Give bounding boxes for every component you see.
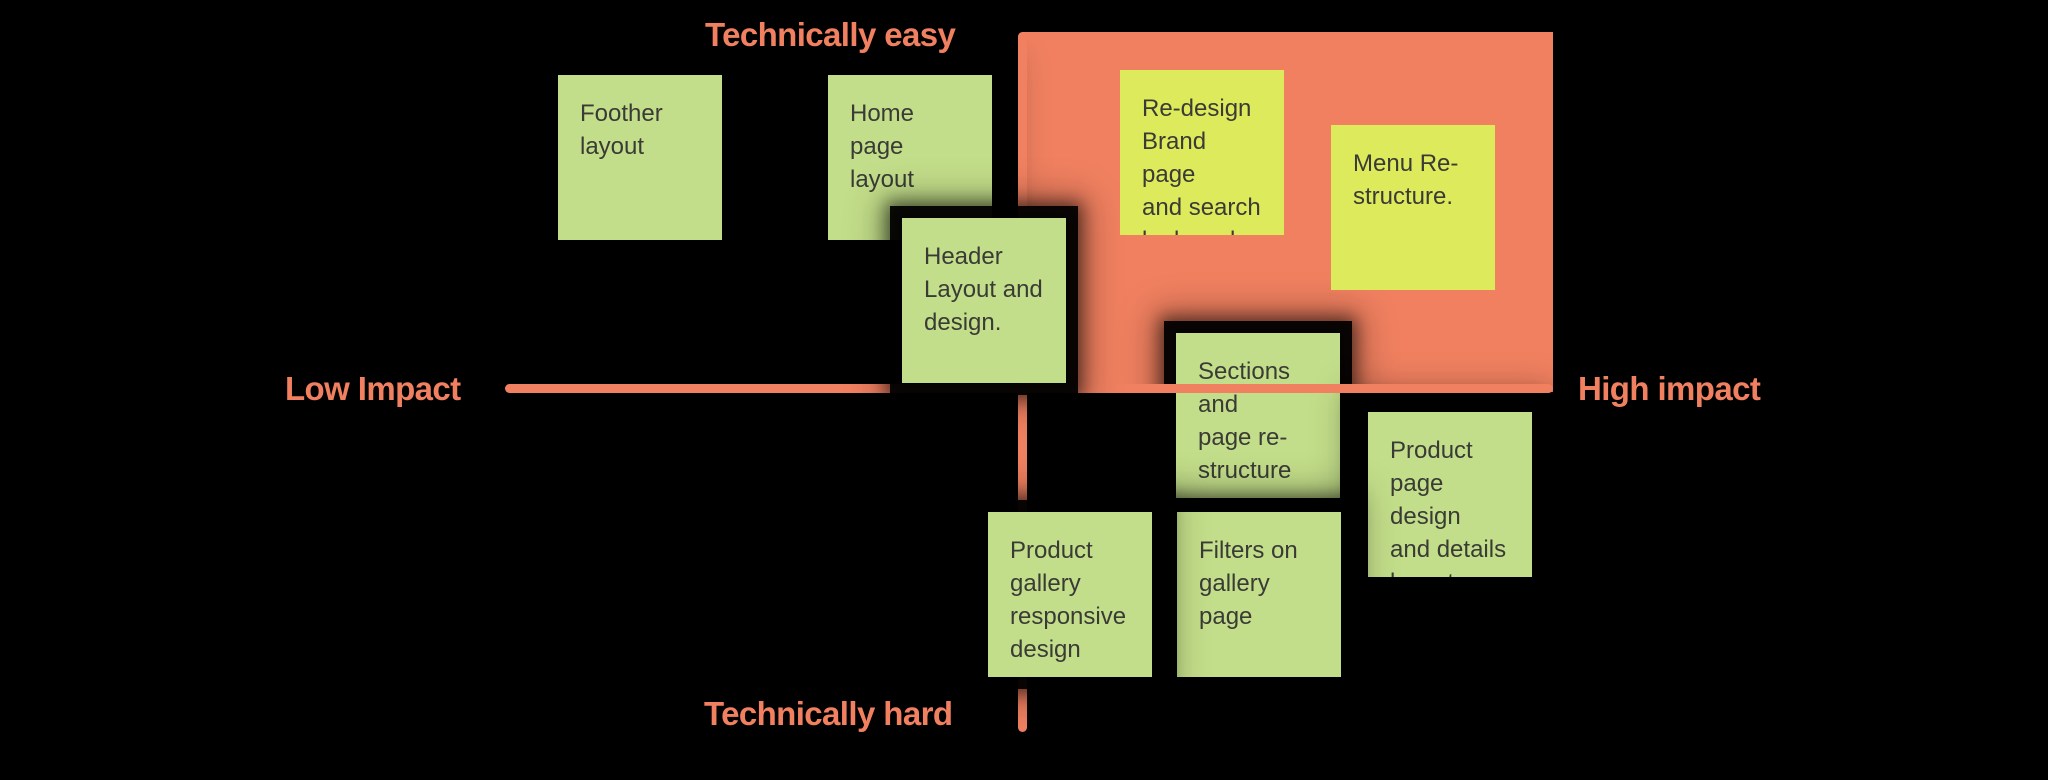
axis-label-technically-easy: Technically easy bbox=[705, 16, 956, 53]
sticky-note-sections-and-page-restructure[interactable]: Sections and page re- structure bbox=[1176, 333, 1340, 498]
sticky-note-header-layout-and-design[interactable]: Header Layout and design. bbox=[902, 218, 1066, 383]
sticky-note-filters-on-gallery-page[interactable]: Filters on gallery page bbox=[1177, 512, 1341, 677]
sticky-note-foother-layout[interactable]: Foother layout bbox=[558, 75, 722, 240]
axis-label-low-impact: Low Impact bbox=[285, 370, 461, 407]
sticky-note-redesign-brand-page[interactable]: Re-design Brand page and search by brand bbox=[1120, 70, 1284, 235]
impact-effort-matrix-board: Foother layout Home page layout Sections… bbox=[0, 0, 2048, 780]
sticky-note-menu-restructure[interactable]: Menu Re- structure. bbox=[1331, 125, 1495, 290]
sticky-note-product-gallery-responsive-design[interactable]: Product gallery responsive design bbox=[988, 512, 1152, 677]
axis-label-high-impact: High impact bbox=[1578, 370, 1761, 407]
axis-label-technically-hard: Technically hard bbox=[704, 695, 953, 732]
sticky-note-home-page-layout[interactable]: Home page layout bbox=[828, 75, 992, 240]
sticky-note-product-page-design[interactable]: Product page design and details layout bbox=[1368, 412, 1532, 577]
horizontal-axis-line bbox=[505, 384, 1553, 393]
